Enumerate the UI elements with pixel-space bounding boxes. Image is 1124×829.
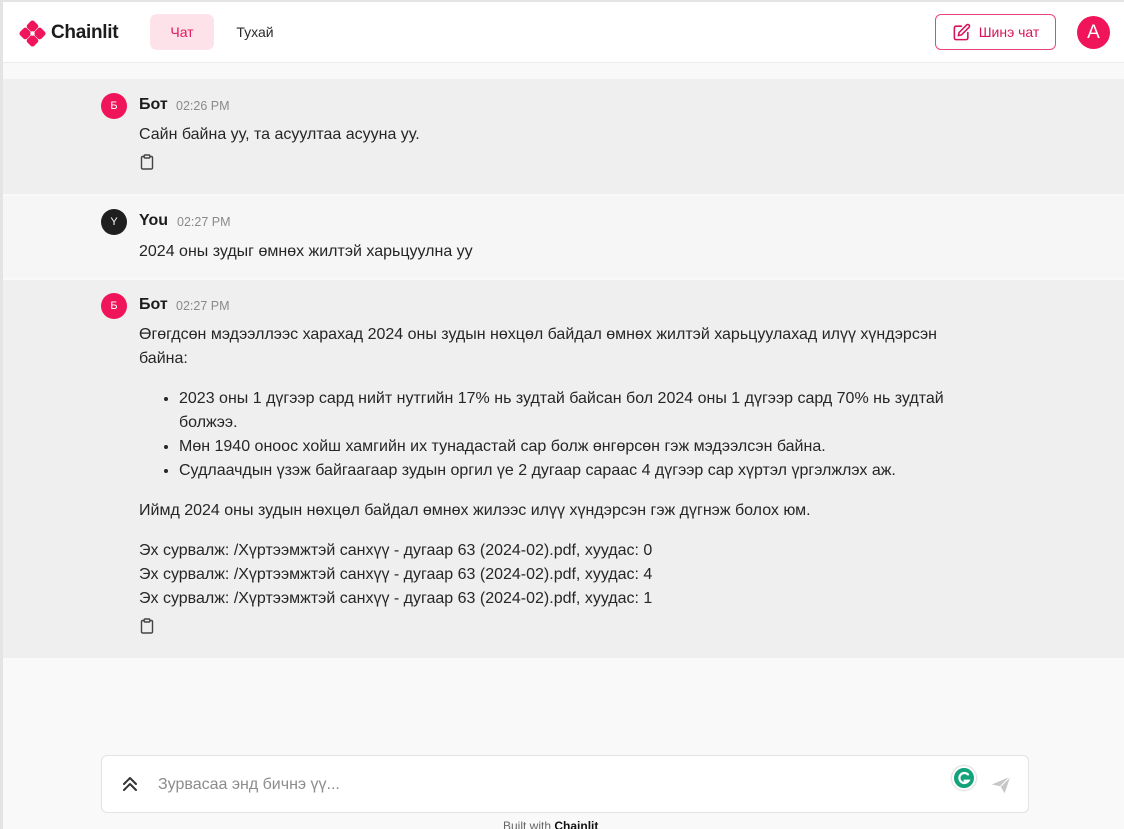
message-bot-answer: Б Бот 02:27 PM Өгөгдсөн мэдээллээс харах… <box>3 280 1124 658</box>
list-item: 2023 оны 1 дүгээр сард нийт нутгийн 17% … <box>179 387 989 435</box>
send-button[interactable] <box>990 774 1012 796</box>
user-avatar[interactable]: A <box>1077 16 1110 49</box>
source-line: Эх сурвалж: /Хүртээмжтэй санхүү - дугаар… <box>139 542 653 559</box>
message-time: 02:27 PM <box>176 299 230 313</box>
tab-about[interactable]: Тухай <box>225 14 285 50</box>
answer-intro: Өгөгдсөн мэдээллээс харахад 2024 оны зуд… <box>139 326 938 367</box>
message-user: Y You 02:27 PM 2024 оны зудыг өмнөх жилт… <box>3 196 1124 278</box>
tab-chat[interactable]: Чат <box>150 14 214 50</box>
list-item: Судлаачдын үзэж байгаагаар зудын оргил ү… <box>179 459 989 483</box>
message-author: Бот <box>139 296 168 313</box>
top-bar: Chainlit Чат Тухай Шинэ чат A <box>3 2 1124 63</box>
message-time: 02:27 PM <box>177 215 231 229</box>
grammarly-g-icon <box>958 771 971 785</box>
message-text: 2024 оны зудыг өмнөх жилтэй харьцуулна у… <box>139 243 473 260</box>
built-with-text: Built with <box>503 819 552 829</box>
message-input[interactable] <box>158 772 938 798</box>
copy-button[interactable] <box>139 154 155 170</box>
clipboard-icon <box>140 154 154 170</box>
message-time: 02:26 PM <box>176 99 230 113</box>
footer-brand: Chainlit <box>554 819 599 829</box>
answer-bullet-list: 2023 оны 1 дүгээр сард нийт нутгийн 17% … <box>179 387 989 483</box>
logo[interactable]: Chainlit <box>19 19 119 47</box>
list-item: Мөн 1940 оноос хойш хамгийн их тунадаста… <box>179 435 989 459</box>
built-with-footer[interactable]: Built with Chainlit <box>503 819 598 829</box>
bot-avatar: Б <box>101 93 127 119</box>
source-line: Эх сурвалж: /Хүртээмжтэй санхүү - дугаар… <box>139 566 653 583</box>
message-author: Бот <box>139 96 168 113</box>
source-line: Эх сурвалж: /Хүртээмжтэй санхүү - дугаар… <box>139 590 653 607</box>
new-chat-button[interactable]: Шинэ чат <box>935 14 1056 50</box>
message-bot-greeting: Б Бот 02:26 PM Сайн байна уу, та асуулта… <box>3 79 1124 194</box>
expand-button[interactable] <box>120 774 140 794</box>
message-text: Сайн байна уу, та асуултаа асууна уу. <box>139 126 420 143</box>
message-body: Өгөгдсөн мэдээллээс харахад 2024 оны зуд… <box>139 323 989 611</box>
chevrons-up-icon <box>123 777 137 791</box>
copy-button[interactable] <box>139 618 155 634</box>
new-chat-label: Шинэ чат <box>978 24 1040 40</box>
chainlit-logo-icon <box>19 19 46 47</box>
send-icon <box>991 776 1011 794</box>
answer-conclusion: Иймд 2024 оны зудын нөхцөл байдал өмнөх … <box>139 502 811 519</box>
message-author: You <box>139 212 169 229</box>
bot-avatar: Б <box>101 293 127 319</box>
clipboard-icon <box>140 618 154 634</box>
message-composer <box>101 755 1029 813</box>
grammarly-icon[interactable] <box>952 766 976 790</box>
logo-text: Chainlit <box>51 22 119 43</box>
edit-icon <box>953 23 970 40</box>
user-message-avatar: Y <box>101 209 127 235</box>
